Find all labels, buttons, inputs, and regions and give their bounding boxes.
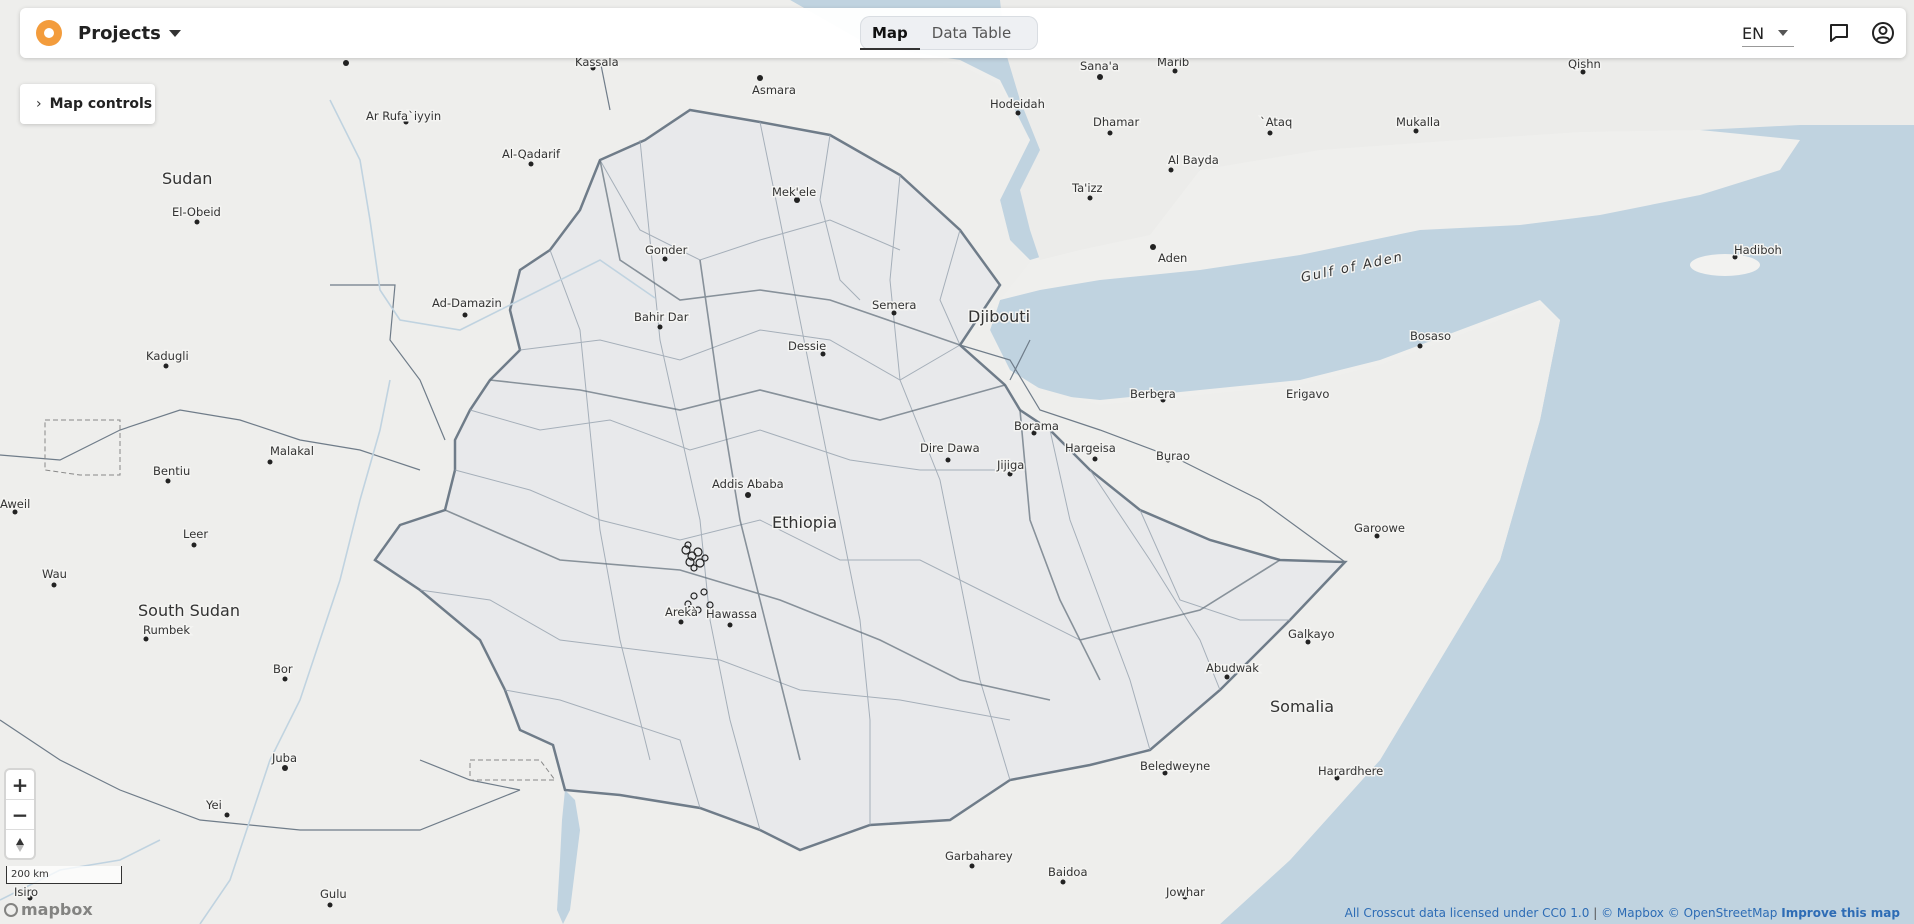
city-label: Arekà <box>665 605 698 619</box>
account-button[interactable] <box>1870 20 1896 46</box>
compass-icon <box>16 837 24 852</box>
city-label: Al-Qadarif <box>502 147 561 161</box>
chevron-down-icon[interactable] <box>168 29 181 37</box>
city-label: Addis Ababa <box>712 477 784 491</box>
city-label: Aweil <box>0 497 30 511</box>
map-controls-button[interactable]: › Map controls <box>20 84 155 124</box>
city-label: Rumbek <box>143 623 190 637</box>
city-label: Mek'ele <box>772 185 816 199</box>
projects-title: Projects <box>78 22 161 44</box>
map-canvas[interactable]: Sudan South Sudan Ethiopia Djibouti Somalia G… <box>0 0 1914 924</box>
city-label: Hargeisa <box>1065 441 1116 455</box>
crosscut-license-link[interactable]: All Crosscut data licensed under CC0 1.0 <box>1345 906 1590 920</box>
city-label: Jowhar <box>1165 885 1205 899</box>
city-label: Beledweyne <box>1140 759 1210 773</box>
city-label: Jijiga <box>996 458 1024 472</box>
city-label: Ta'izz <box>1071 181 1103 195</box>
user-circle-icon <box>1872 22 1894 44</box>
language-selector[interactable]: EN <box>1742 20 1794 47</box>
city-label: Dire Dawa <box>920 441 980 455</box>
city-label: Semera <box>872 298 916 312</box>
city-label: Yei <box>205 798 222 812</box>
chat-icon <box>1830 24 1848 42</box>
attribution-separator: | <box>1593 906 1598 920</box>
view-toggle: Map Data Table <box>860 16 1038 50</box>
city-label: Dhamar <box>1093 115 1139 129</box>
city-label: Asmara <box>752 83 796 97</box>
project-selector[interactable]: Projects <box>36 20 181 46</box>
city-label: Ad-Damazin <box>432 296 502 310</box>
country-label: Sudan <box>162 169 212 188</box>
city-label: Wau <box>42 567 67 581</box>
top-navigation-bar: Projects Map Data Table EN <box>20 8 1906 58</box>
city-label: Hawassa <box>706 607 757 621</box>
improve-map-link[interactable]: Improve this map <box>1781 906 1900 920</box>
city-label: `Ataq <box>1260 115 1292 129</box>
city-label: Aden <box>1158 251 1187 265</box>
city-label: Mukalla <box>1396 115 1440 129</box>
tab-map[interactable]: Map <box>860 16 920 50</box>
country-label: Ethiopia <box>772 513 837 532</box>
city-label: Hodeidah <box>990 97 1045 111</box>
mapbox-icon <box>4 902 18 917</box>
city-label: El-Obeid <box>172 205 221 219</box>
mapbox-wordmark: mapbox <box>21 900 93 919</box>
city-label: Gulu <box>320 887 347 901</box>
scale-bar: 200 km <box>6 866 122 884</box>
city-label: Garbaharey <box>945 849 1013 863</box>
city-label: Dessie <box>788 339 826 353</box>
compass-button[interactable] <box>6 830 34 859</box>
feedback-button[interactable] <box>1826 20 1852 46</box>
language-value: EN <box>1742 23 1765 43</box>
chevron-right-icon: › <box>36 96 42 112</box>
city-label: Hadiboh <box>1734 243 1782 257</box>
city-label: Bosaso <box>1410 329 1451 343</box>
city-label: Juba <box>271 751 297 765</box>
chevron-down-icon <box>1778 30 1789 36</box>
city-label: Qishn <box>1568 57 1601 71</box>
map-controls-label: Map controls <box>49 96 153 112</box>
city-label: Abudwak <box>1206 661 1259 675</box>
city-label: Bor <box>273 662 293 676</box>
city-label: Sana'a <box>1080 59 1119 73</box>
app-logo-icon <box>36 20 62 46</box>
socotra-island <box>1690 254 1760 276</box>
mapbox-copyright-link[interactable]: © Mapbox <box>1601 906 1664 920</box>
city-label: Burao <box>1156 449 1190 463</box>
city-label: Berbera <box>1130 387 1176 401</box>
city-label: Erigavo <box>1286 387 1329 401</box>
city-label: Bentiu <box>153 464 190 478</box>
city-label: Al Bayda <box>1168 153 1219 167</box>
zoom-out-button[interactable]: − <box>6 800 34 830</box>
osm-copyright-link[interactable]: © OpenStreetMap <box>1668 906 1778 920</box>
city-label: Kadugli <box>146 349 189 363</box>
city-label: Ar Rufa`iyyin <box>366 109 441 123</box>
city-label: Harardhere <box>1318 764 1383 778</box>
country-label: Djibouti <box>968 307 1030 326</box>
tab-data-table[interactable]: Data Table <box>920 16 1023 50</box>
city-label: Borama <box>1014 419 1059 433</box>
city-label: Isiro <box>14 885 38 899</box>
zoom-in-button[interactable]: + <box>6 770 34 800</box>
country-label: South Sudan <box>138 601 240 620</box>
mapbox-logo[interactable]: mapbox <box>4 900 93 919</box>
zoom-control: + − <box>6 770 34 858</box>
city-label: Leer <box>183 527 208 541</box>
country-label: Somalia <box>1270 697 1334 716</box>
attribution: All Crosscut data licensed under CC0 1.0… <box>1345 906 1900 920</box>
city-label: Galkayo <box>1288 627 1335 641</box>
city-label: Garoowe <box>1354 521 1405 535</box>
city-label: Baidoa <box>1048 865 1088 879</box>
city-label: Bahir Dar <box>634 310 689 324</box>
city-label: Gonder <box>645 243 688 257</box>
city-label: Malakal <box>270 444 314 458</box>
